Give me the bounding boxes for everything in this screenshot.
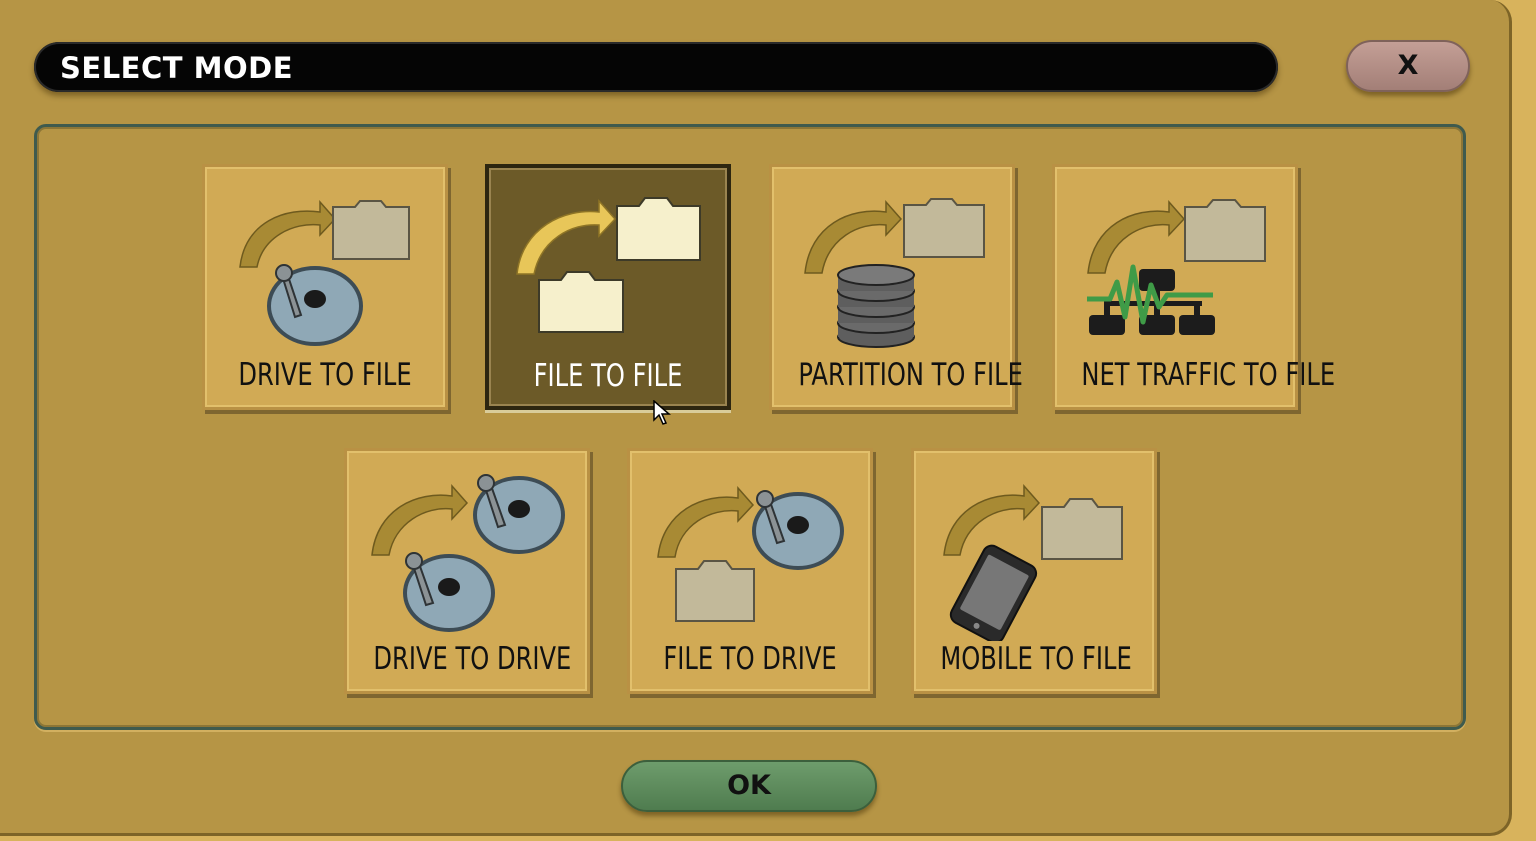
partition-to-file-icon bbox=[804, 198, 985, 348]
ok-button[interactable]: OK bbox=[621, 760, 877, 812]
mode-tile-mobile-to-file[interactable]: MOBILE TO FILE bbox=[911, 448, 1157, 694]
mode-tile-net-traffic-to-file[interactable]: NET TRAFFIC TO FILE bbox=[1052, 164, 1336, 410]
mode-tile-file-to-drive[interactable]: FILE TO DRIVE bbox=[627, 448, 873, 694]
mode-label: FILE TO DRIVE bbox=[663, 641, 837, 677]
mouse-pointer-icon bbox=[653, 400, 671, 425]
mode-tile-drive-to-file[interactable]: DRIVE TO FILE bbox=[202, 164, 448, 410]
mobile-to-file-icon bbox=[943, 484, 1123, 641]
mode-tile-file-to-file[interactable]: FILE TO FILE bbox=[485, 164, 731, 410]
mode-label: DRIVE TO FILE bbox=[238, 357, 412, 393]
close-button[interactable]: X bbox=[1346, 40, 1470, 92]
file-to-file-icon bbox=[516, 197, 701, 333]
net-traffic-to-file-icon bbox=[1087, 199, 1266, 335]
ok-button-label: OK bbox=[727, 770, 771, 801]
file-to-drive-icon bbox=[657, 486, 844, 622]
select-mode-dialog: SELECT MODE X DRIVE TO FILE FILE TO FILE bbox=[0, 0, 1512, 836]
mode-label: MOBILE TO FILE bbox=[940, 641, 1132, 677]
drive-to-drive-icon bbox=[371, 474, 565, 632]
close-button-label: X bbox=[1397, 50, 1419, 81]
dialog-title: SELECT MODE bbox=[60, 51, 294, 85]
title-bar: SELECT MODE bbox=[34, 42, 1278, 92]
mode-label: PARTITION TO FILE bbox=[798, 357, 1023, 393]
mode-tile-drive-to-drive[interactable]: DRIVE TO DRIVE bbox=[344, 448, 590, 694]
mode-label: DRIVE TO DRIVE bbox=[373, 641, 572, 677]
drive-to-file-icon bbox=[239, 200, 410, 346]
mode-tile-partition-to-file[interactable]: PARTITION TO FILE bbox=[769, 164, 1023, 410]
mode-label: FILE TO FILE bbox=[533, 358, 683, 394]
mode-label: NET TRAFFIC TO FILE bbox=[1081, 357, 1336, 393]
